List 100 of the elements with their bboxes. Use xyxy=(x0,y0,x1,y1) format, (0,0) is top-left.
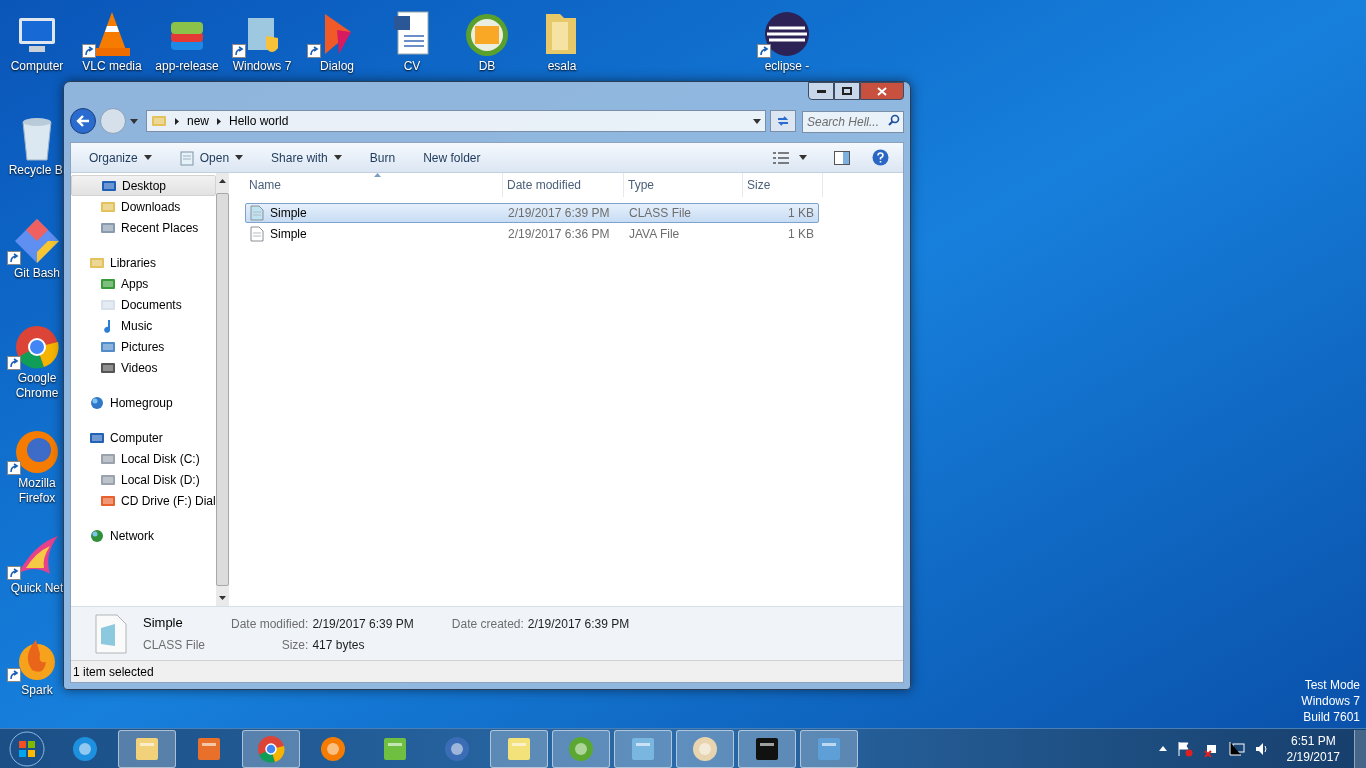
taskbar-button[interactable] xyxy=(676,729,734,768)
back-arrow-icon xyxy=(76,115,90,127)
address-bar[interactable]: new Hello world xyxy=(146,110,766,132)
file-name: Simple xyxy=(270,205,307,222)
show-hidden-icons-icon xyxy=(1158,746,1167,751)
size-cell-text: 1 KB xyxy=(787,205,815,222)
word-document-icon xyxy=(392,10,432,58)
details-view-icon xyxy=(773,151,789,164)
file-icon xyxy=(250,226,264,242)
nav-item[interactable]: Apps xyxy=(71,273,216,294)
desktop-icon-label[interactable]: CV xyxy=(403,59,421,74)
maximize-icon xyxy=(842,87,852,95)
sort-arrow-icon xyxy=(373,173,381,177)
toolbar-button[interactable]: Burn xyxy=(363,145,402,170)
desktop-icon-label[interactable]: DB xyxy=(478,59,496,74)
nav-item[interactable]: Libraries xyxy=(71,252,216,273)
desktop-icon-label[interactable]: Mozilla Firefox xyxy=(18,476,56,506)
nav-item[interactable]: Local Disk (C:) xyxy=(71,448,216,469)
type-cell-text: JAVA File xyxy=(628,226,681,243)
nav-item[interactable]: Documents xyxy=(71,294,216,315)
nav-item[interactable]: Local Disk (D:) xyxy=(71,469,216,490)
toolbar-button[interactable]: Organize xyxy=(83,145,158,170)
search-icon xyxy=(888,114,900,126)
show-desktop-button[interactable] xyxy=(1354,729,1366,768)
desktop-icon-label[interactable]: Google Chrome xyxy=(15,371,59,401)
search-field[interactable]: Search Hell... xyxy=(802,111,904,133)
desktop-icon-label[interactable]: esala xyxy=(547,59,577,74)
nav-item[interactable]: CD Drive (F:) Dial xyxy=(71,490,216,511)
nav-item[interactable]: Desktop xyxy=(71,175,216,196)
maximize-button[interactable] xyxy=(834,82,860,100)
details-file-type: CLASS File xyxy=(143,636,207,654)
folder-icon xyxy=(151,113,167,129)
date-cell-text: 2/19/2017 6:39 PM xyxy=(507,205,611,222)
toolbar-button[interactable]: Open xyxy=(173,145,250,170)
caret-icon xyxy=(143,155,152,160)
caret-icon xyxy=(753,118,761,124)
nav-item[interactable]: Recent Places xyxy=(71,217,216,238)
breadcrumb-item[interactable]: Hello world xyxy=(229,112,289,130)
nav-item[interactable]: Downloads xyxy=(71,196,216,217)
minimize-icon xyxy=(816,89,826,93)
minimize-button[interactable] xyxy=(808,82,834,100)
chrome-icon xyxy=(256,733,286,764)
file-row[interactable]: Simple 2/19/2017 6:36 PM JAVA File 1 KB xyxy=(245,224,819,244)
date-cell-text: 2/19/2017 6:36 PM xyxy=(507,226,611,243)
desktop-icon-label[interactable]: Dialog xyxy=(320,59,354,74)
nav-item[interactable]: Pictures xyxy=(71,336,216,357)
round-badge-icon xyxy=(464,12,510,58)
test-mode-watermark: Test Mode xyxy=(1304,677,1360,693)
nav-item[interactable]: Network xyxy=(71,525,216,546)
help-icon xyxy=(871,149,889,166)
desktop-icon-label[interactable]: Windows 7 xyxy=(232,59,292,74)
taskbar-button[interactable] xyxy=(738,729,796,768)
flag-icon xyxy=(1176,740,1193,757)
desktop-icon-label[interactable]: app-release xyxy=(155,59,219,74)
column-header[interactable]: Type xyxy=(624,173,743,197)
test-mode-watermark: Windows 7 xyxy=(1301,693,1360,709)
nav-item[interactable]: Music xyxy=(71,315,216,336)
details-value: 2/19/2017 6:39 PM xyxy=(312,616,414,633)
desktop-icon-label[interactable]: Computer xyxy=(10,59,64,74)
close-icon xyxy=(877,86,887,96)
caret-icon xyxy=(799,155,807,160)
close-button[interactable] xyxy=(860,82,904,100)
column-header[interactable]: Name xyxy=(245,173,503,197)
windows-logo-icon xyxy=(9,730,45,767)
network-computer-icon xyxy=(1228,740,1245,757)
refresh-button[interactable] xyxy=(770,110,796,132)
test-mode-watermark: Build 7601 xyxy=(1303,709,1360,725)
details-label: Date modified: xyxy=(231,616,309,633)
details-label: Size: xyxy=(280,637,309,654)
desktop-icon-label[interactable]: Recycle Bi xyxy=(8,163,66,178)
taskbar-button[interactable] xyxy=(118,729,176,768)
toolbar-button[interactable]: Share with xyxy=(265,145,348,170)
desktop-icon-label[interactable]: Quick Net xyxy=(10,581,64,596)
desktop-icon-label[interactable]: Git Bash xyxy=(14,266,60,281)
clock-time: 6:51 PM xyxy=(1290,732,1336,749)
toolbar-button[interactable]: New folder xyxy=(417,145,487,170)
eclipse-icon xyxy=(763,10,811,58)
back-button[interactable] xyxy=(70,108,96,134)
desktop-icon-label[interactable]: VLC media xyxy=(82,59,142,74)
desktop-icon-label[interactable]: eclipse - xyxy=(764,59,810,74)
nav-item[interactable]: Videos xyxy=(71,357,216,378)
details-value: 417 bytes xyxy=(312,637,366,654)
column-header[interactable]: Size xyxy=(743,173,823,197)
chrome-icon xyxy=(14,324,60,370)
nav-item[interactable]: Computer xyxy=(71,427,216,448)
scroll-up-icon xyxy=(218,179,226,183)
diamond-tiles-icon xyxy=(13,217,61,265)
breadcrumb-item[interactable]: new xyxy=(187,112,209,130)
column-header[interactable]: Date modified xyxy=(503,173,624,197)
caret-icon xyxy=(333,155,342,160)
caret-icon xyxy=(130,118,138,124)
desktop-icon-label[interactable]: Spark xyxy=(21,683,53,698)
nav-item[interactable]: Homegroup xyxy=(71,392,216,413)
clock[interactable]: 6:51 PM 2/19/2017 xyxy=(1286,732,1340,765)
file-icon xyxy=(250,205,264,221)
file-icon xyxy=(95,613,127,654)
file-row[interactable]: Simple 2/19/2017 6:39 PM CLASS File 1 KB xyxy=(245,203,819,223)
taskbar-button[interactable] xyxy=(490,729,548,768)
type-cell-text: CLASS File xyxy=(628,205,693,222)
clock-date: 2/19/2017 xyxy=(1286,748,1340,765)
